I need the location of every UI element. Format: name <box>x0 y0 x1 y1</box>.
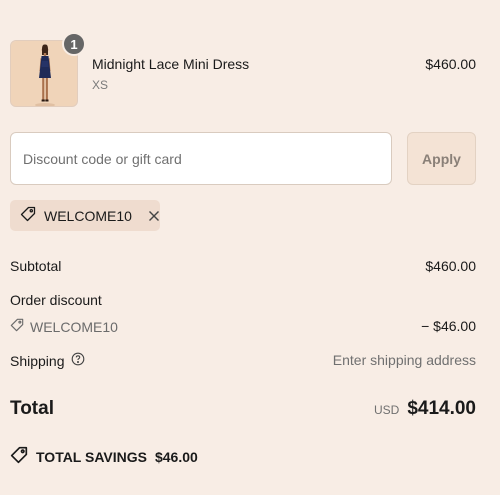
shipping-value: Enter shipping address <box>332 352 476 368</box>
applied-discount-chip: WELCOME10 <box>10 200 160 231</box>
subtotal-label: Subtotal <box>10 258 62 274</box>
total-label: Total <box>10 398 54 419</box>
order-discount-label: Order discount <box>10 292 102 308</box>
tag-icon <box>10 446 28 467</box>
applied-code-label: WELCOME10 <box>44 207 132 224</box>
product-name: Midnight Lace Mini Dress <box>92 56 250 72</box>
tag-icon <box>10 318 24 335</box>
discount-code-input[interactable] <box>10 132 392 185</box>
apply-button[interactable]: Apply <box>407 132 476 185</box>
savings-label: TOTAL SAVINGS <box>36 448 147 465</box>
product-variant: XS <box>92 78 109 92</box>
total-amount: USD $414.00 <box>374 398 476 420</box>
tag-icon <box>20 206 36 225</box>
help-icon[interactable] <box>71 352 85 369</box>
shipping-label: Shipping <box>10 352 65 369</box>
shipping-label-group: Shipping <box>10 352 85 369</box>
total-currency: USD <box>373 403 400 417</box>
remove-discount-close-icon[interactable] <box>148 210 160 222</box>
product-price: $460.00 <box>425 56 476 72</box>
quantity-badge: 1 <box>62 32 86 56</box>
total-savings: TOTAL SAVINGS $46.00 <box>10 446 198 467</box>
order-discount-code: WELCOME10 <box>10 318 118 335</box>
order-discount-code-text: WELCOME10 <box>30 318 118 335</box>
subtotal-value: $460.00 <box>425 258 476 274</box>
savings-value: $46.00 <box>154 448 198 465</box>
order-discount-value: − $46.00 <box>421 318 476 334</box>
total-value: $414.00 <box>407 398 476 419</box>
